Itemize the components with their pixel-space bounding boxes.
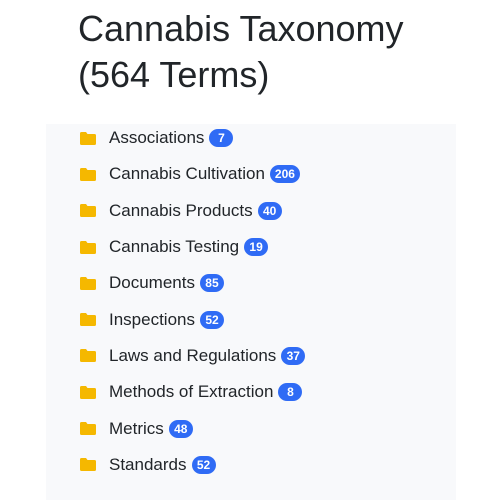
page-title-text: Cannabis Taxonomy xyxy=(78,8,404,49)
folder-icon xyxy=(80,167,96,181)
term-list-panel: Associations 7 Cannabis Cultivation 206 … xyxy=(46,124,456,500)
count-badge: 7 xyxy=(209,129,234,148)
folder-icon xyxy=(80,349,96,363)
count-badge: 48 xyxy=(168,419,193,438)
count-badge: 19 xyxy=(244,238,269,257)
count-badge: 8 xyxy=(278,383,303,402)
category-item-cannabis-cultivation[interactable]: Cannabis Cultivation 206 xyxy=(80,156,305,192)
category-label: Associations xyxy=(109,128,205,148)
folder-icon xyxy=(80,458,96,472)
category-item-cannabis-testing[interactable]: Cannabis Testing 19 xyxy=(80,229,305,265)
page-title-count: (564 Terms) xyxy=(78,54,270,95)
category-item-documents[interactable]: Documents 85 xyxy=(80,265,305,301)
category-item-laws-and-regulations[interactable]: Laws and Regulations 37 xyxy=(80,338,306,374)
folder-icon xyxy=(80,385,96,399)
category-label: Documents xyxy=(109,273,195,293)
category-list: Associations 7 Cannabis Cultivation 206 … xyxy=(80,124,306,483)
category-item-methods-of-extraction[interactable]: Methods of Extraction 8 xyxy=(80,374,305,410)
count-badge: 40 xyxy=(257,201,282,220)
category-label: Laws and Regulations xyxy=(109,345,277,365)
category-item-standards[interactable]: Standards 52 xyxy=(80,447,305,483)
count-badge: 85 xyxy=(199,274,224,293)
category-item-inspections[interactable]: Inspections 52 xyxy=(80,301,305,337)
count-badge: 52 xyxy=(191,455,216,474)
category-item-metrics[interactable]: Metrics 48 xyxy=(80,410,305,446)
count-badge: 52 xyxy=(200,310,224,329)
folder-icon xyxy=(80,204,96,218)
folder-icon xyxy=(80,276,96,290)
category-label: Cannabis Cultivation xyxy=(109,164,265,184)
category-label: Cannabis Products xyxy=(109,200,253,220)
category-label: Inspections xyxy=(109,309,195,329)
category-label: Standards xyxy=(109,454,187,474)
folder-icon xyxy=(80,240,96,254)
folder-icon xyxy=(80,313,96,327)
category-label: Cannabis Testing xyxy=(109,237,240,257)
category-label: Metrics xyxy=(109,418,164,438)
folder-icon xyxy=(80,131,96,145)
count-badge: 37 xyxy=(281,346,306,365)
folder-icon xyxy=(80,422,96,436)
page-title: Cannabis Taxonomy (564 Terms) xyxy=(78,6,478,98)
category-item-cannabis-products[interactable]: Cannabis Products 40 xyxy=(80,193,305,229)
count-badge: 206 xyxy=(269,165,300,184)
category-label: Methods of Extraction xyxy=(109,382,274,402)
category-item-associations[interactable]: Associations 7 xyxy=(80,120,305,156)
